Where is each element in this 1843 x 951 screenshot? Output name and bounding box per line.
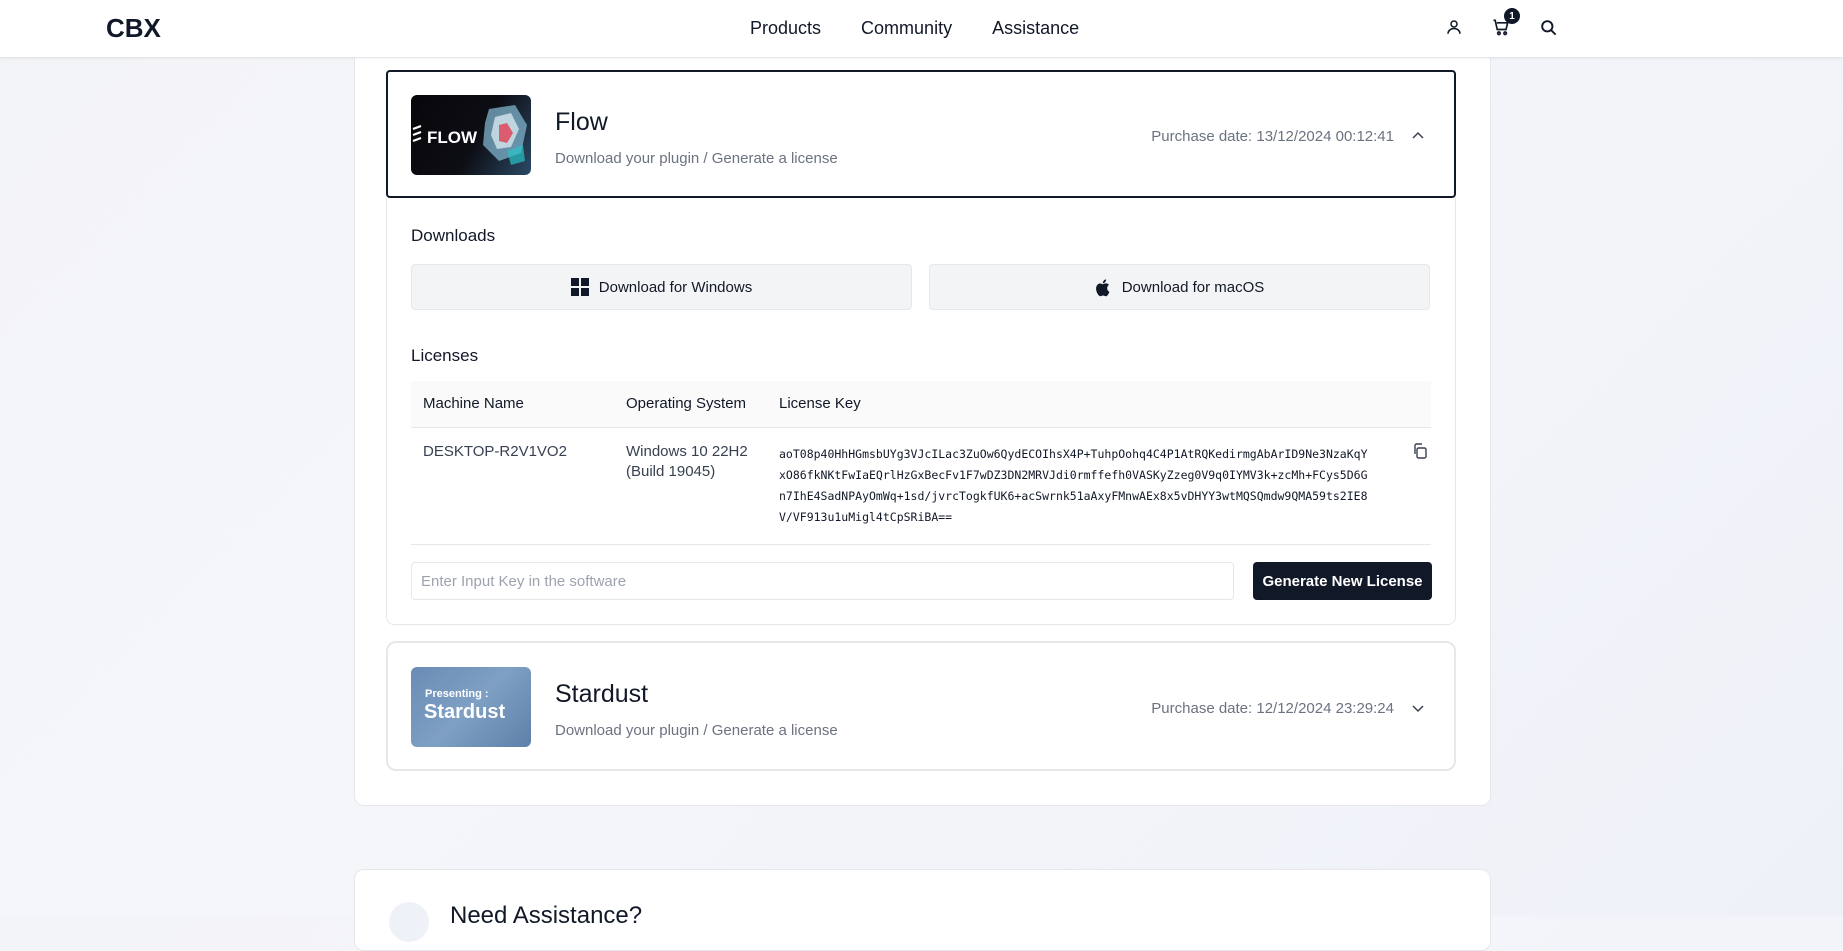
flow-thumbnail: FLOW — [411, 95, 531, 175]
chevron-down-icon[interactable] — [1410, 700, 1426, 716]
downloads-heading: Downloads — [411, 226, 496, 245]
cart-count-badge: 1 — [1504, 8, 1520, 24]
download-windows-button[interactable]: Download for Windows — [411, 264, 912, 310]
os-name: Windows 10 22H2 — [626, 443, 748, 460]
download-macos-button[interactable]: Download for macOS — [929, 264, 1430, 310]
apple-icon — [1095, 278, 1110, 296]
user-icon[interactable] — [1439, 12, 1469, 42]
col-operating-system: Operating System — [626, 395, 747, 412]
purchase-date: Purchase date: 12/12/2024 23:29:24 — [1151, 700, 1394, 717]
assistance-title: Need Assistance? — [450, 902, 643, 929]
assistance-icon — [389, 902, 429, 942]
svg-text:FLOW: FLOW — [427, 128, 478, 147]
windows-icon — [570, 278, 589, 296]
licenses-table: Machine Name Operating System License Ke… — [411, 381, 1431, 545]
product-card-flow[interactable]: FLOW Flow Download your plugin / Generat… — [386, 70, 1456, 198]
download-windows-label: Download for Windows — [598, 278, 753, 296]
svg-text:Stardust: Stardust — [424, 701, 505, 723]
product-details-flow: Downloads Download for Windows Download … — [386, 198, 1456, 625]
download-macos-label: Download for macOS — [1121, 278, 1265, 296]
copy-icon[interactable] — [1411, 442, 1429, 460]
product-subtitle: Download your plugin / Generate a licens… — [555, 150, 838, 167]
table-header: Machine Name Operating System License Ke… — [411, 381, 1431, 428]
nav-assistance[interactable]: Assistance — [992, 18, 1079, 39]
assistance-card: Need Assistance? — [354, 869, 1491, 951]
machine-name: DESKTOP-R2V1VO2 — [423, 443, 567, 460]
top-nav-bar: CBX Products Community Assistance 1 — [0, 0, 1843, 58]
svg-text:Presenting :: Presenting : — [425, 688, 489, 700]
stardust-thumbnail: Presenting : Stardust — [411, 667, 531, 747]
product-card-stardust[interactable]: Presenting : Stardust Stardust Download … — [386, 641, 1456, 771]
svg-text:CBX: CBX — [106, 14, 162, 42]
generate-license-button[interactable]: Generate New License — [1253, 562, 1432, 600]
licenses-heading: Licenses — [411, 346, 479, 365]
chevron-up-icon[interactable] — [1410, 128, 1426, 144]
col-license-key: License Key — [779, 395, 861, 412]
license-key[interactable]: aoT08p40HhHGmsbUYg3VJcILac3ZuOw6QydECOIh… — [779, 444, 1369, 528]
cart-icon[interactable]: 1 — [1486, 8, 1520, 42]
operating-system: Windows 10 22H2 (Build 19045) — [626, 442, 748, 482]
search-icon[interactable] — [1533, 12, 1563, 42]
col-machine-name: Machine Name — [423, 395, 524, 412]
os-build: (Build 19045) — [626, 463, 716, 480]
cbx-logo[interactable]: CBX — [106, 14, 162, 42]
purchase-date: Purchase date: 13/12/2024 00:12:41 — [1151, 128, 1394, 145]
nav-products[interactable]: Products — [750, 18, 821, 39]
product-title: Stardust — [555, 680, 649, 708]
table-row: DESKTOP-R2V1VO2 Windows 10 22H2 (Build 1… — [411, 428, 1431, 545]
nav-community[interactable]: Community — [861, 18, 952, 39]
product-subtitle: Download your plugin / Generate a licens… — [555, 722, 838, 739]
product-title: Flow — [555, 108, 608, 136]
input-key-field[interactable] — [411, 562, 1234, 600]
main-nav: Products Community Assistance — [750, 0, 1079, 57]
